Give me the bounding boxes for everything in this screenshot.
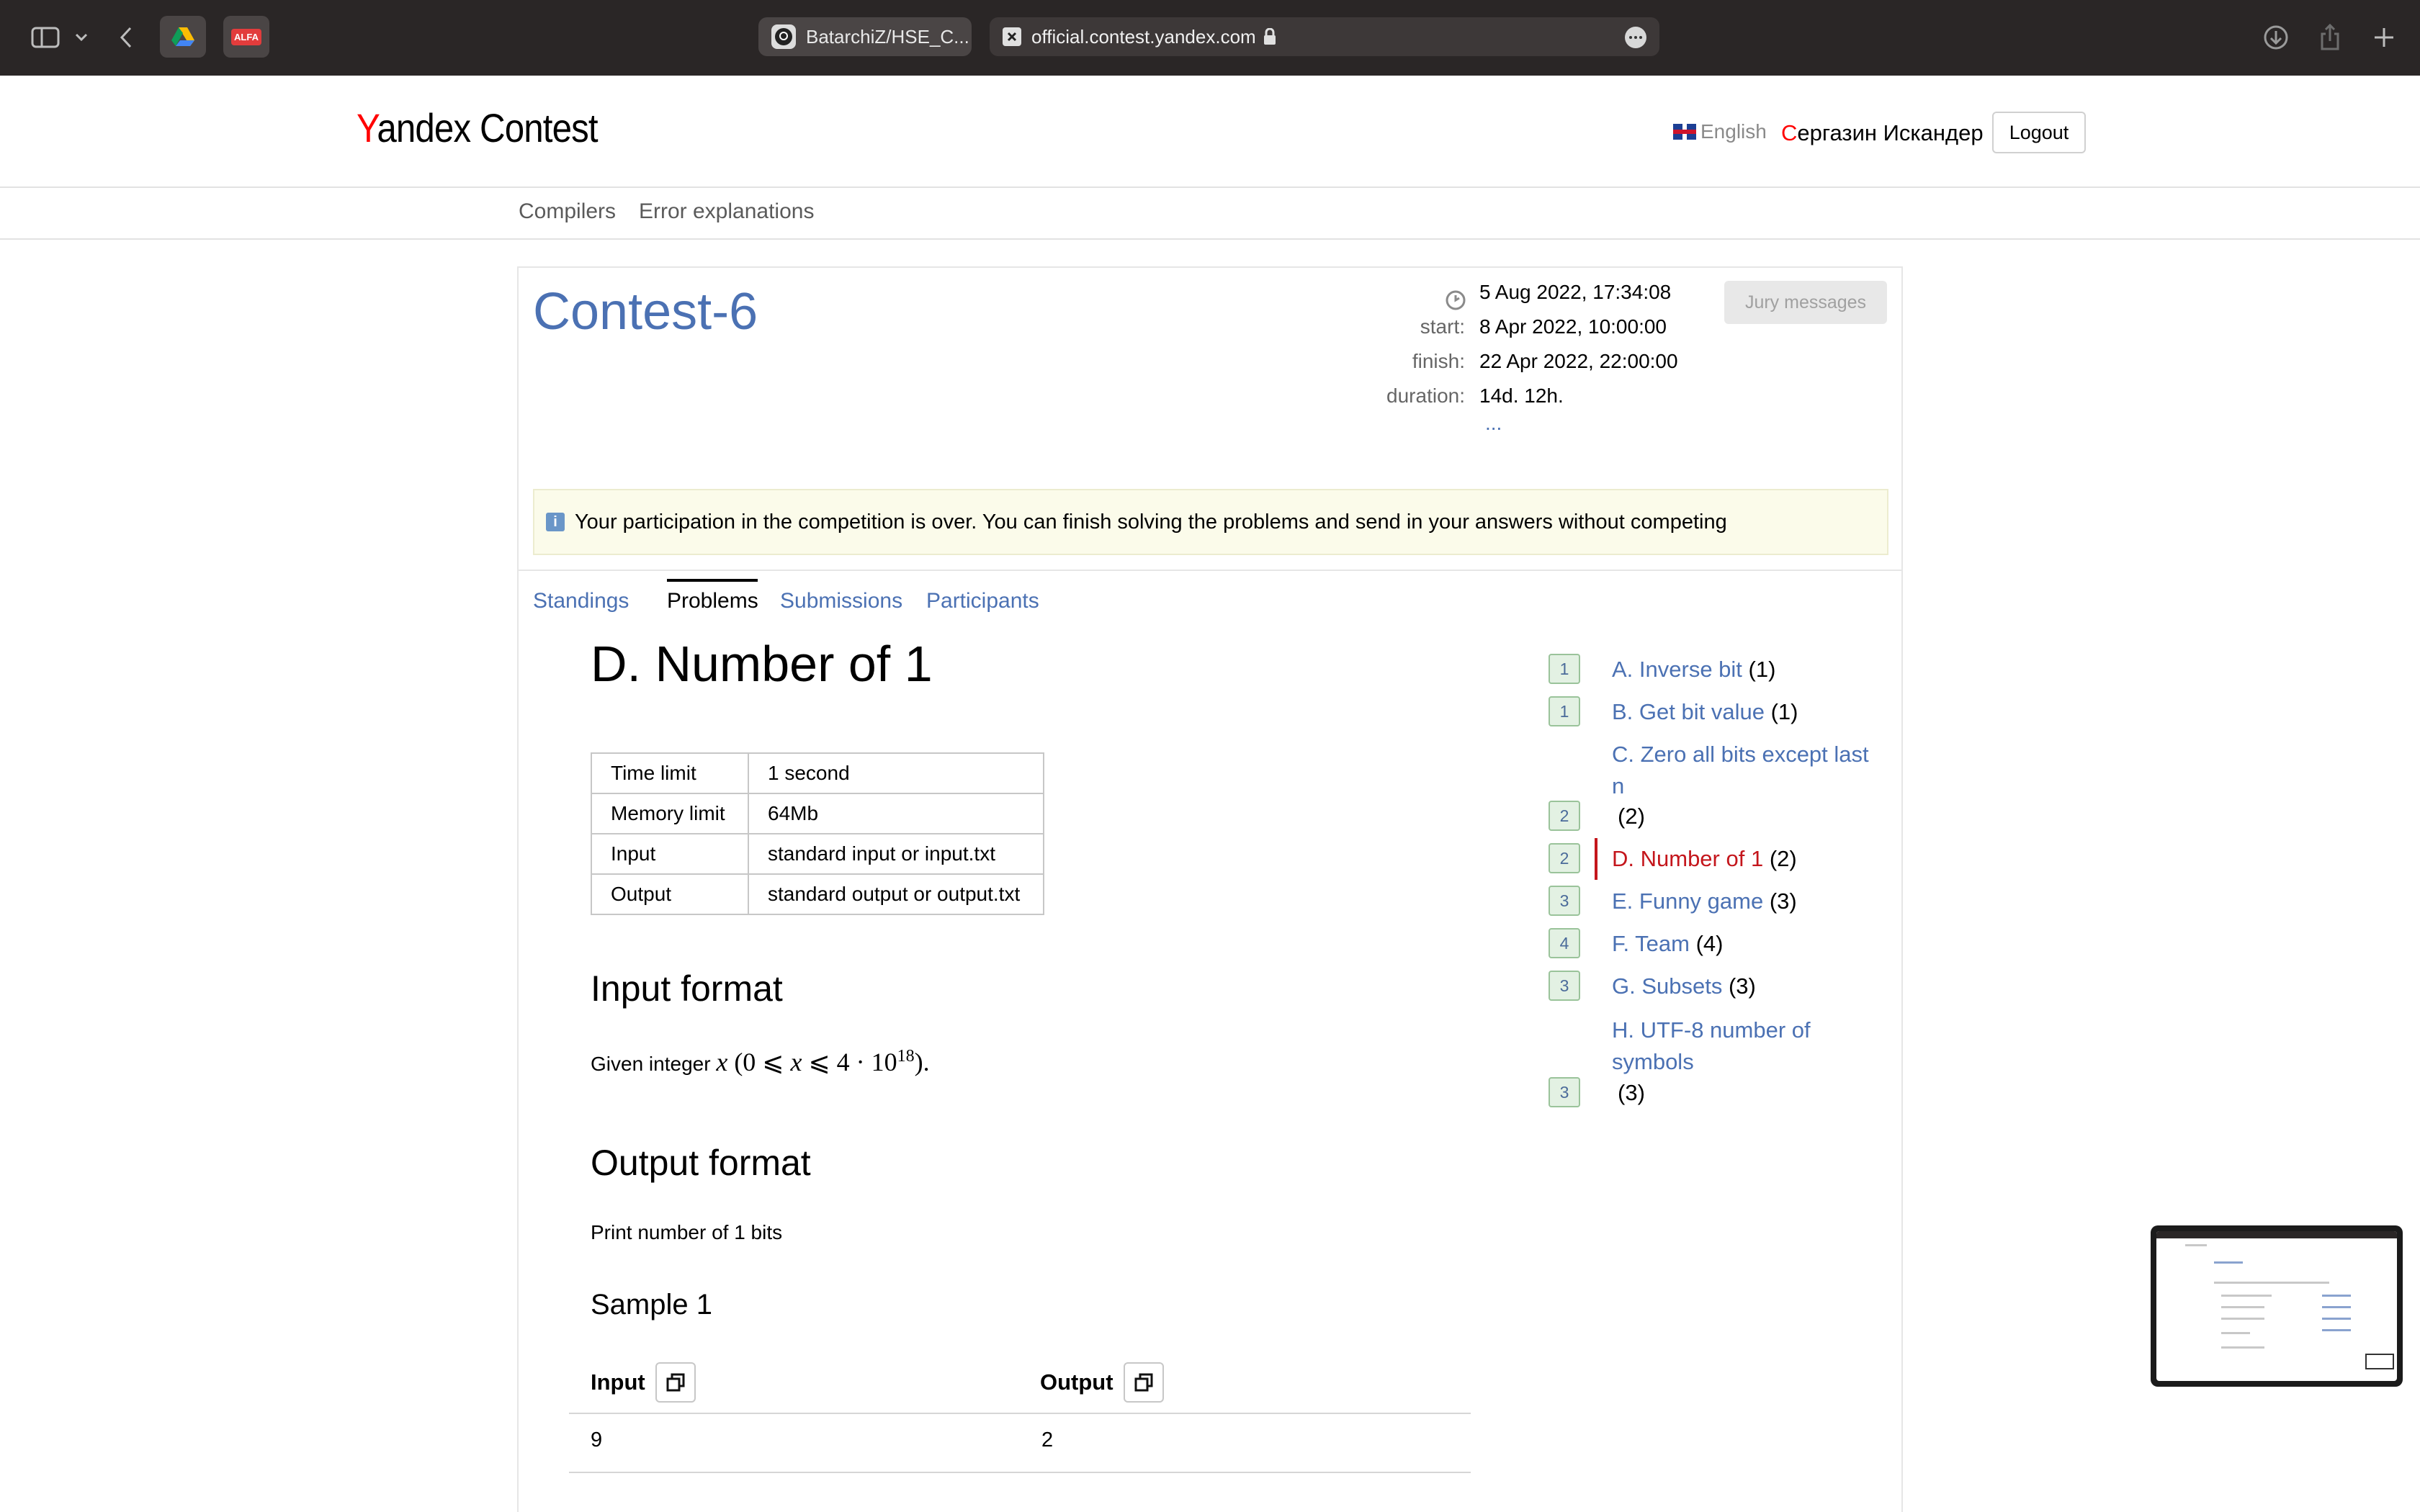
github-icon bbox=[771, 24, 796, 49]
site-header: Yandex Contest English Сергазин Искандер… bbox=[0, 76, 2420, 188]
limit-value: 64Mb bbox=[748, 793, 1044, 834]
problem-count: (3) bbox=[1618, 1080, 1645, 1105]
info-icon: i bbox=[546, 513, 565, 531]
status-badge: 1 bbox=[1549, 654, 1580, 684]
status-badge: 1 bbox=[1549, 696, 1580, 726]
sample-heading: Sample 1 bbox=[591, 1289, 712, 1320]
table-row: Memory limit 64Mb bbox=[591, 793, 1044, 834]
finish-label: finish: bbox=[1412, 350, 1465, 372]
lock-icon bbox=[1263, 28, 1276, 45]
constraint-formula: x (0 ⩽ x ⩽ 4 · 1018). bbox=[716, 1047, 930, 1076]
duration-label: duration: bbox=[1386, 384, 1465, 407]
status-badge: 3 bbox=[1549, 886, 1580, 916]
problem-title: D. Number of 1 bbox=[591, 636, 933, 692]
nav-error-explanations[interactable]: Error explanations bbox=[639, 199, 814, 224]
google-drive-icon[interactable] bbox=[160, 16, 206, 58]
start-time: 8 Apr 2022, 10:00:00 bbox=[1479, 315, 1667, 338]
divider bbox=[569, 1413, 1471, 1414]
limit-key: Output bbox=[591, 873, 749, 915]
contest-title[interactable]: Contest-6 bbox=[533, 282, 758, 341]
input-format-text: Given integer x (0 ⩽ x ⩽ 4 · 1018). bbox=[591, 1047, 930, 1076]
limit-key: Time limit bbox=[591, 752, 749, 794]
back-icon[interactable] bbox=[115, 16, 137, 59]
notice-text: Your participation in the competition is… bbox=[575, 510, 1727, 534]
tab-label: BatarchiZ/HSE_C... bbox=[806, 25, 969, 48]
language-label: English bbox=[1700, 120, 1767, 143]
problem-link-a[interactable]: A. Inverse bit (1) bbox=[1612, 654, 1775, 685]
output-format-heading: Output format bbox=[591, 1143, 811, 1183]
download-icon[interactable] bbox=[2262, 16, 2290, 59]
screenshot-thumbnail[interactable] bbox=[2151, 1225, 2403, 1387]
table-row: Time limit 1 second bbox=[591, 752, 1044, 794]
tab-problems[interactable]: Problems bbox=[667, 589, 758, 613]
share-icon[interactable] bbox=[2316, 16, 2344, 59]
sample-output-value: 2 bbox=[1041, 1428, 1054, 1452]
address-bar[interactable]: official.contest.yandex.com bbox=[990, 17, 1659, 56]
sub-navigation: Compilers Error explanations bbox=[0, 188, 2420, 240]
status-badge: 2 bbox=[1549, 801, 1580, 831]
problem-link-c[interactable]: C. Zero all bits except last n bbox=[1612, 739, 1869, 802]
finish-time: 22 Apr 2022, 22:00:00 bbox=[1479, 350, 1678, 372]
current-problem-indicator bbox=[1595, 838, 1597, 880]
browser-toolbar: ALFA BatarchiZ/HSE_C... official.contest… bbox=[0, 0, 2420, 76]
more-times-link[interactable]: ... bbox=[1485, 412, 1502, 435]
language-switch[interactable]: English bbox=[1673, 120, 1767, 143]
limits-table: Time limit 1 second Memory limit 64Mb Inpu… bbox=[591, 752, 1044, 915]
tab-github[interactable]: BatarchiZ/HSE_C... bbox=[758, 17, 972, 56]
thumbnail-preview bbox=[2156, 1231, 2397, 1381]
divider bbox=[569, 1472, 1471, 1473]
limit-key: Input bbox=[591, 833, 749, 875]
input-format-heading: Input format bbox=[591, 968, 783, 1009]
limit-value: standard input or input.txt bbox=[748, 833, 1044, 875]
sidebar-toggle-icon[interactable] bbox=[27, 16, 63, 59]
limit-value: 1 second bbox=[748, 752, 1044, 794]
jury-messages-button[interactable]: Jury messages bbox=[1724, 281, 1887, 324]
user-name[interactable]: Сергазин Искандер bbox=[1781, 120, 1984, 146]
limit-key: Memory limit bbox=[591, 793, 749, 834]
participation-notice: i Your participation in the competition … bbox=[533, 489, 1888, 555]
problem-link-b[interactable]: B. Get bit value (1) bbox=[1612, 696, 1798, 728]
sample-output-label: Output bbox=[1040, 1369, 1113, 1395]
problem-link-d[interactable]: D. Number of 1 (2) bbox=[1612, 843, 1797, 875]
duration-value: 14d. 12h. bbox=[1479, 384, 1564, 407]
status-badge: 2 bbox=[1549, 843, 1580, 873]
problem-link-f[interactable]: F. Team (4) bbox=[1612, 928, 1724, 960]
tab-submissions[interactable]: Submissions bbox=[780, 589, 902, 613]
yandex-contest-logo[interactable]: Yandex Contest bbox=[357, 104, 599, 151]
problem-link-g[interactable]: G. Subsets (3) bbox=[1612, 971, 1756, 1002]
contest-panel: Contest-6 5 Aug 2022, 17:34:08 start: 8 … bbox=[517, 266, 1903, 1512]
alfa-icon[interactable]: ALFA bbox=[223, 16, 269, 58]
limit-value: standard output or output.txt bbox=[748, 873, 1044, 915]
nav-compilers[interactable]: Compilers bbox=[519, 199, 616, 224]
status-badge: 3 bbox=[1549, 971, 1580, 1001]
logout-button[interactable]: Logout bbox=[1992, 112, 2086, 153]
current-time: 5 Aug 2022, 17:34:08 bbox=[1479, 281, 1672, 303]
new-tab-icon[interactable] bbox=[2370, 16, 2398, 59]
sample-input-label: Input bbox=[591, 1369, 645, 1395]
clock-icon bbox=[1445, 289, 1466, 315]
uk-flag-icon bbox=[1673, 124, 1696, 140]
chevron-down-icon[interactable] bbox=[71, 16, 92, 59]
sample-output-header: Output bbox=[1040, 1362, 1164, 1403]
problem-link-h[interactable]: H. UTF-8 number of symbols bbox=[1612, 1014, 1811, 1078]
more-options-icon[interactable] bbox=[1625, 27, 1646, 48]
tab-participants[interactable]: Participants bbox=[926, 589, 1039, 613]
tab-standings[interactable]: Standings bbox=[533, 589, 629, 613]
sample-input-header: Input bbox=[591, 1362, 696, 1403]
start-label: start: bbox=[1420, 315, 1465, 338]
active-tab-indicator bbox=[667, 579, 758, 582]
output-format-text: Print number of 1 bits bbox=[591, 1221, 783, 1243]
problem-link-e[interactable]: E. Funny game (3) bbox=[1612, 886, 1797, 917]
status-badge: 3 bbox=[1549, 1077, 1580, 1107]
problem-count: (2) bbox=[1618, 804, 1645, 829]
url-text: official.contest.yandex.com bbox=[1031, 25, 1256, 48]
copy-icon[interactable] bbox=[1123, 1362, 1164, 1403]
divider bbox=[519, 570, 1901, 571]
table-row: Input standard input or input.txt bbox=[591, 833, 1044, 875]
yandex-favicon-icon bbox=[1003, 27, 1021, 46]
sample-input-value: 9 bbox=[591, 1428, 603, 1452]
copy-icon[interactable] bbox=[655, 1362, 696, 1403]
status-badge: 4 bbox=[1549, 928, 1580, 958]
table-row: Output standard output or output.txt bbox=[591, 873, 1044, 915]
